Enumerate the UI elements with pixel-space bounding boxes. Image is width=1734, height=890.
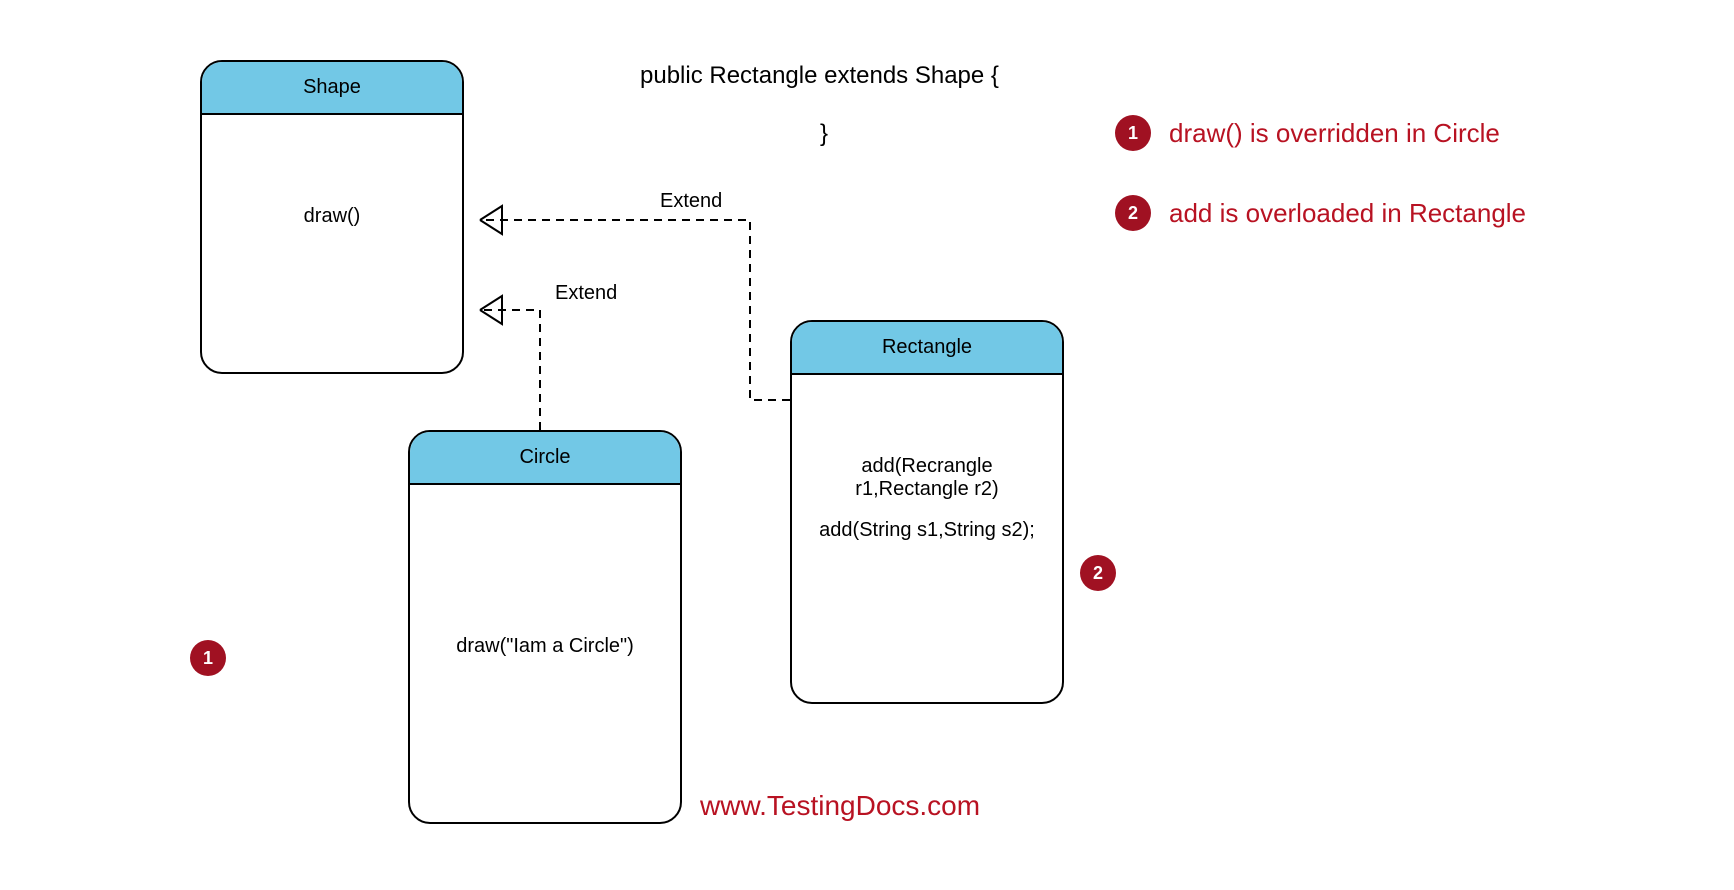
uml-class-rectangle-method-0: add(Recrangle r1,Rectangle r2) — [812, 455, 1042, 501]
diagram-stage: public Rectangle extends Shape { } Shape… — [0, 0, 1734, 890]
note-overload: 2 add is overloaded in Rectangle — [1115, 195, 1526, 231]
badge-circle-marker: 1 — [190, 640, 226, 676]
uml-class-circle-title: Circle — [410, 432, 680, 485]
uml-class-shape-method-0: draw() — [222, 205, 442, 228]
uml-class-circle-body: draw("Iam a Circle") — [410, 485, 680, 696]
code-line-2: } — [820, 120, 828, 148]
note-overload-text: add is overloaded in Rectangle — [1169, 198, 1526, 229]
note-override-text: draw() is overridden in Circle — [1169, 118, 1500, 149]
uml-class-rectangle-body: add(Recrangle r1,Rectangle r2) add(Strin… — [792, 375, 1062, 580]
code-line-1: public Rectangle extends Shape { — [640, 62, 999, 90]
uml-class-circle: Circle draw("Iam a Circle") — [408, 430, 682, 824]
uml-class-rectangle: Rectangle add(Recrangle r1,Rectangle r2)… — [790, 320, 1064, 704]
note-override: 1 draw() is overridden in Circle — [1115, 115, 1500, 151]
uml-class-rectangle-method-1: add(String s1,String s2); — [812, 519, 1042, 542]
extend-label-circle: Extend — [555, 282, 617, 305]
uml-class-circle-method-0: draw("Iam a Circle") — [430, 635, 660, 658]
uml-class-rectangle-title: Rectangle — [792, 322, 1062, 375]
note-overload-badge: 2 — [1115, 195, 1151, 231]
uml-class-shape-title: Shape — [202, 62, 462, 115]
uml-class-shape: Shape draw() — [200, 60, 464, 374]
badge-rectangle-marker: 2 — [1080, 555, 1116, 591]
uml-class-shape-body: draw() — [202, 115, 462, 266]
note-override-badge: 1 — [1115, 115, 1151, 151]
website-link: www.TestingDocs.com — [700, 790, 980, 822]
extend-label-rectangle: Extend — [660, 190, 722, 213]
